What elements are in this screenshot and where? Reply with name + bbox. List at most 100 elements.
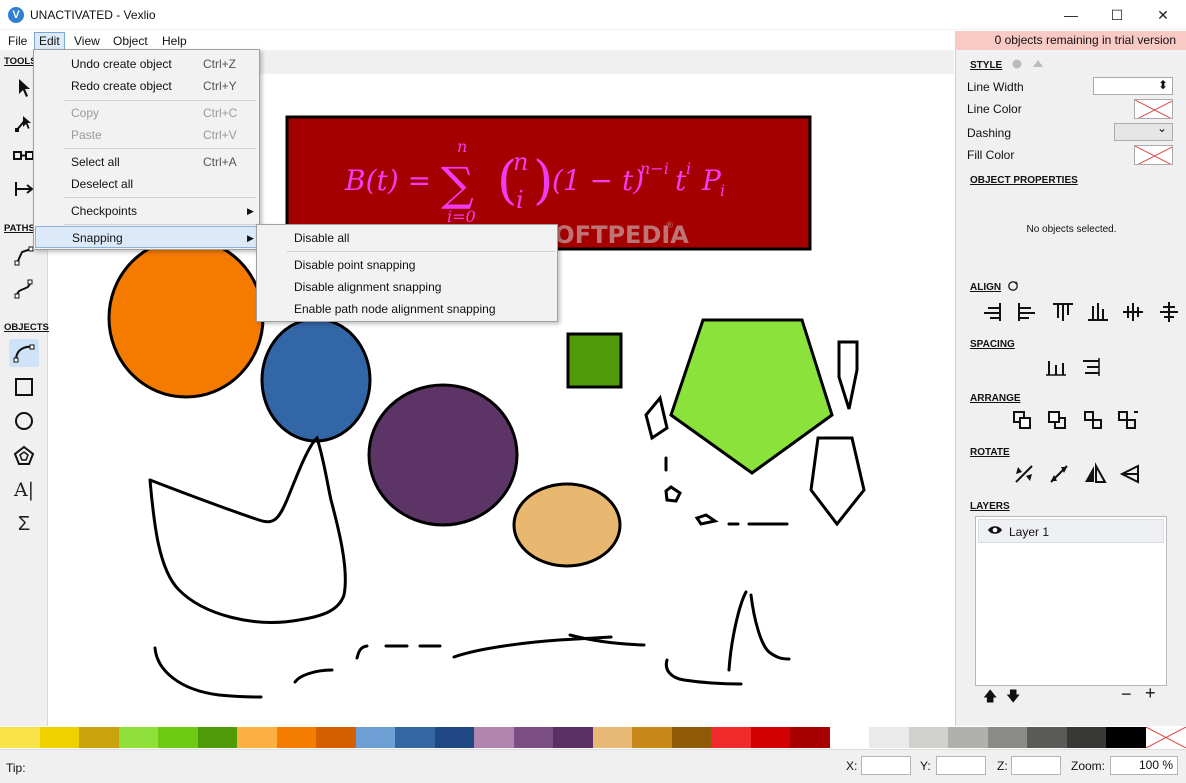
- palette-swatch[interactable]: [395, 727, 435, 748]
- no-color-swatch[interactable]: [1145, 726, 1186, 749]
- equation-tool-button[interactable]: Σ: [9, 510, 39, 538]
- maximize-button[interactable]: ☐: [1094, 0, 1140, 30]
- palette-swatch[interactable]: [1066, 727, 1107, 748]
- properties-panel: STYLE Line Width ⬍ Line Color Dashing ⌄ …: [955, 50, 1186, 726]
- align-middle-icon[interactable]: [1117, 300, 1149, 324]
- palette-swatch[interactable]: [1106, 727, 1146, 748]
- palette-swatch[interactable]: [829, 727, 870, 748]
- layer-row[interactable]: Layer 1: [978, 519, 1164, 543]
- polygon-tool-button[interactable]: [9, 442, 39, 470]
- align-top-icon[interactable]: [1047, 300, 1079, 324]
- menu-enable-path-node-snapping[interactable]: Enable path node alignment snapping: [258, 298, 556, 320]
- distribute-horizontal-icon[interactable]: [1040, 355, 1072, 379]
- palette-swatch[interactable]: [316, 727, 356, 748]
- menu-checkpoints[interactable]: Checkpoints ▶: [35, 200, 258, 222]
- rectangle-tool-button[interactable]: [9, 373, 39, 401]
- palette-swatch[interactable]: [474, 727, 514, 748]
- palette-swatch[interactable]: [987, 727, 1028, 748]
- layer-up-button[interactable]: 🡅: [983, 686, 997, 710]
- remove-layer-button[interactable]: −: [1121, 684, 1132, 705]
- menu-copy[interactable]: Copy Ctrl+C: [35, 102, 258, 124]
- eye-icon[interactable]: [987, 523, 1003, 540]
- menu-disable-point-snapping[interactable]: Disable point snapping: [258, 254, 556, 276]
- palette-swatch[interactable]: [237, 727, 277, 748]
- zoom-field[interactable]: 100 %: [1110, 756, 1178, 775]
- palette-swatch[interactable]: [0, 727, 40, 748]
- close-button[interactable]: ✕: [1140, 0, 1186, 30]
- menu-deselect-all[interactable]: Deselect all: [35, 173, 258, 195]
- bring-forward-icon[interactable]: [1041, 408, 1073, 432]
- menu-object[interactable]: Object: [109, 32, 152, 50]
- palette-swatch[interactable]: [711, 727, 751, 748]
- blue-circle[interactable]: [260, 317, 372, 443]
- align-right-icon[interactable]: [976, 300, 1008, 324]
- menu-snapping[interactable]: Snapping ▶: [35, 226, 258, 248]
- palette-swatch[interactable]: [276, 727, 317, 748]
- spinner-arrows-icon[interactable]: ⬍: [1158, 78, 1168, 92]
- menu-undo[interactable]: Undo create object Ctrl+Z: [35, 53, 258, 75]
- menu-disable-alignment-snapping[interactable]: Disable alignment snapping: [258, 276, 556, 298]
- palette-swatch[interactable]: [513, 727, 554, 748]
- menu-select-all[interactable]: Select all Ctrl+A: [35, 151, 258, 173]
- align-center-icon[interactable]: [1153, 300, 1185, 324]
- flip-vertical-icon[interactable]: [1114, 462, 1146, 486]
- dashing-select[interactable]: ⌄: [1114, 121, 1173, 141]
- menu-paste[interactable]: Paste Ctrl+V: [35, 124, 258, 146]
- minimize-button[interactable]: —: [1048, 0, 1094, 30]
- rotate-ccw-icon[interactable]: [1043, 462, 1075, 486]
- palette-swatch[interactable]: [671, 727, 712, 748]
- menu-redo[interactable]: Redo create object Ctrl+Y: [35, 75, 258, 97]
- align-left-icon[interactable]: [1011, 300, 1043, 324]
- palette-swatch[interactable]: [39, 727, 80, 748]
- palette-swatch[interactable]: [79, 727, 119, 748]
- palette-swatch[interactable]: [553, 727, 593, 748]
- palette-swatch[interactable]: [434, 727, 475, 748]
- palette-swatch[interactable]: [632, 727, 672, 748]
- paste-style-icon[interactable]: [1032, 58, 1044, 70]
- flip-horizontal-icon[interactable]: [1079, 462, 1111, 486]
- text-tool-button[interactable]: A|: [9, 476, 39, 504]
- palette-swatch[interactable]: [750, 727, 791, 748]
- bring-to-front-icon[interactable]: [1006, 408, 1038, 432]
- palette-swatch[interactable]: [592, 727, 633, 748]
- menu-disable-all-snapping[interactable]: Disable all: [258, 227, 556, 249]
- z-field[interactable]: [1011, 756, 1061, 775]
- refresh-align-icon[interactable]: [1007, 280, 1019, 292]
- palette-swatch[interactable]: [908, 727, 949, 748]
- send-to-back-icon[interactable]: [1112, 408, 1144, 432]
- purple-circle[interactable]: [367, 383, 519, 527]
- palette-swatch[interactable]: [197, 727, 238, 748]
- menu-view[interactable]: View: [70, 32, 104, 50]
- palette-swatch[interactable]: [869, 727, 909, 748]
- send-backward-icon[interactable]: [1077, 408, 1109, 432]
- line-color-swatch[interactable]: [1134, 99, 1173, 119]
- menu-edit[interactable]: Edit: [34, 32, 65, 50]
- menu-help[interactable]: Help: [158, 32, 191, 50]
- line-width-input[interactable]: ⬍: [1093, 77, 1173, 95]
- layers-list[interactable]: Layer 1: [975, 516, 1167, 686]
- green-square[interactable]: [566, 332, 623, 389]
- fill-color-swatch[interactable]: [1134, 145, 1173, 165]
- x-field[interactable]: [861, 756, 911, 775]
- eq-lhs: B(t) =: [344, 164, 431, 197]
- palette-swatch[interactable]: [118, 727, 159, 748]
- rotate-cw-icon[interactable]: [1008, 462, 1040, 486]
- text-tool-icon: A|: [13, 479, 35, 501]
- palette-swatch[interactable]: [158, 727, 198, 748]
- orange-circle[interactable]: [107, 237, 265, 399]
- palette-swatch[interactable]: [790, 727, 830, 748]
- palette-swatch[interactable]: [948, 727, 988, 748]
- add-layer-button[interactable]: +: [1145, 683, 1156, 704]
- ellipse-tool-button[interactable]: [9, 407, 39, 435]
- tan-ellipse[interactable]: [512, 482, 622, 568]
- palette-swatch[interactable]: [1027, 727, 1067, 748]
- y-field[interactable]: [936, 756, 986, 775]
- distribute-vertical-icon[interactable]: [1075, 355, 1107, 379]
- menu-file[interactable]: File: [4, 32, 31, 50]
- curve-path-tool-button[interactable]: [9, 275, 39, 303]
- copy-style-icon[interactable]: [1011, 58, 1023, 70]
- align-bottom-icon[interactable]: [1082, 300, 1114, 324]
- palette-swatch[interactable]: [355, 727, 396, 748]
- layer-down-button[interactable]: 🡇: [1006, 686, 1020, 710]
- bezier-tool-button[interactable]: [9, 339, 39, 367]
